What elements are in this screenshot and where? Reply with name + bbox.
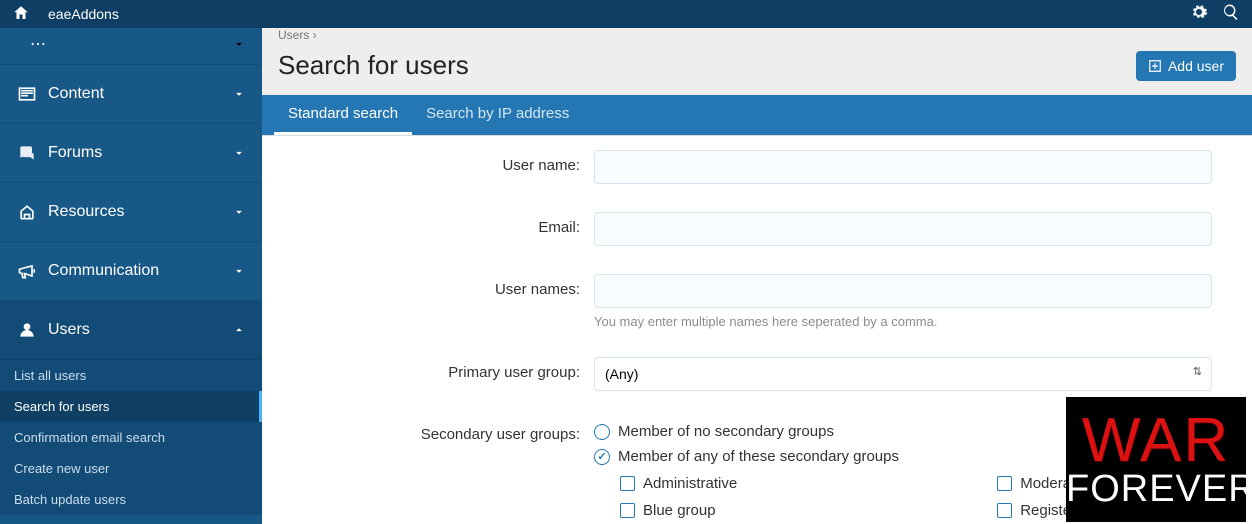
sub-confirmation-email-search[interactable]: Confirmation email search: [0, 422, 262, 453]
sub-create-new-user[interactable]: Create new user: [0, 453, 262, 484]
home-icon[interactable]: [12, 4, 30, 25]
page-title: Search for users: [278, 50, 469, 81]
checkbox-icon: [997, 476, 1012, 491]
checkbox-icon: [997, 503, 1012, 518]
sidebar-item-users[interactable]: Users: [0, 301, 262, 360]
sub-list-all-users[interactable]: List all users: [0, 360, 262, 391]
gear-icon[interactable]: [1190, 3, 1208, 26]
chevron-down-icon: [232, 37, 246, 51]
forums-icon: [16, 142, 38, 164]
sidebar-item-resources[interactable]: Resources: [0, 183, 262, 242]
usernames-hint: You may enter multiple names here sepera…: [594, 314, 1236, 329]
primary-group-label: Primary user group:: [278, 357, 594, 391]
chevron-up-icon: [232, 323, 246, 337]
watermark-logo: WAR FOREVER: [1066, 397, 1246, 522]
content-icon: [16, 83, 38, 105]
sidebar-item-forums[interactable]: Forums: [0, 124, 262, 183]
usernames-input[interactable]: [594, 274, 1212, 308]
sidebar: ⋯ Content Forums Resources Communication…: [0, 28, 262, 524]
chevron-down-icon: [232, 87, 246, 101]
radio-checked-icon: [594, 449, 610, 465]
secondary-groups-label: Secondary user groups:: [278, 419, 594, 519]
brand-name: eaeAddons: [48, 6, 119, 22]
topbar: eaeAddons: [0, 0, 1252, 28]
tab-standard-search[interactable]: Standard search: [274, 95, 412, 135]
email-input[interactable]: [594, 212, 1212, 246]
sidebar-item-communication[interactable]: Communication: [0, 242, 262, 301]
checkbox-icon: [620, 476, 635, 491]
add-user-button[interactable]: Add user: [1136, 51, 1236, 81]
checkbox-icon: [620, 503, 635, 518]
email-label: Email:: [278, 212, 594, 246]
users-submenu: List all users Search for users Confirma…: [0, 360, 262, 515]
plus-box-icon: [1148, 59, 1162, 73]
check-blue-group[interactable]: Blue group: [620, 502, 737, 519]
check-administrative[interactable]: Administrative: [620, 475, 737, 492]
sub-batch-update-users[interactable]: Batch update users: [0, 484, 262, 515]
tabs: Standard search Search by IP address: [262, 95, 1252, 135]
chevron-down-icon: [232, 264, 246, 278]
username-input[interactable]: [594, 150, 1212, 184]
sidebar-item-addons[interactable]: ⋯: [0, 28, 262, 65]
primary-group-select[interactable]: (Any): [594, 357, 1212, 391]
usernames-label: User names:: [278, 274, 594, 329]
sidebar-item-content[interactable]: Content: [0, 65, 262, 124]
sub-search-for-users[interactable]: Search for users: [0, 391, 262, 422]
tab-search-by-ip[interactable]: Search by IP address: [412, 95, 583, 135]
megaphone-icon: [16, 260, 38, 282]
breadcrumb[interactable]: Users ›: [262, 28, 1252, 42]
chevron-down-icon: [232, 146, 246, 160]
resources-icon: [16, 201, 38, 223]
username-label: User name:: [278, 150, 594, 184]
chevron-down-icon: [232, 205, 246, 219]
search-icon[interactable]: [1222, 3, 1240, 26]
users-icon: [16, 319, 38, 341]
radio-icon: [594, 424, 610, 440]
